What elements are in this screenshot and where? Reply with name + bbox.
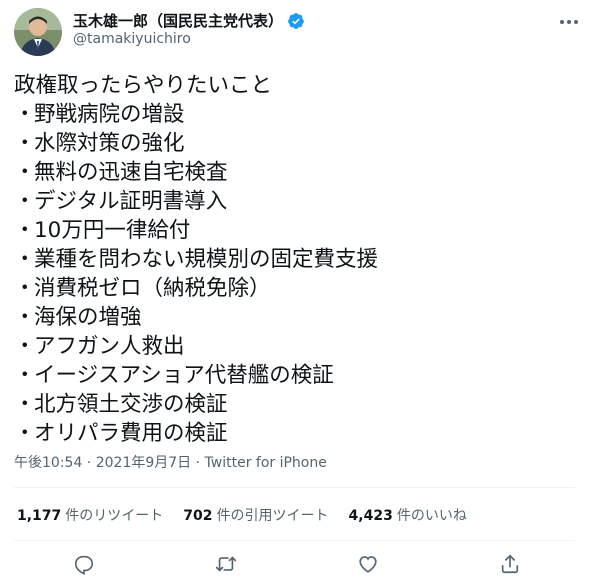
tweet-list-item: ・海保の増強 [14,303,574,332]
author-handle[interactable]: @tamakiyuichiro [73,31,191,47]
tweet-list-item: ・10万円一律給付 [14,216,574,245]
tweet-stats: 1,177 件のリツイート 702 件の引用ツイート 4,423 件のいいね [17,505,467,525]
tweet-item-list: ・野戦病院の増設 ・水際対策の強化 ・無料の迅速自宅検査 ・デジタル証明書導入 ・10万… [14,100,574,448]
likes-stat[interactable]: 4,423 件のいいね [349,505,467,525]
author-name[interactable]: 玉木雄一郎（国民民主党代表） [73,10,283,31]
meta-separator: · [191,455,205,471]
reply-icon[interactable] [72,552,96,576]
tweet-list-item: ・消費税ゼロ（納税免除） [14,274,574,303]
tweet-actions [14,548,575,580]
like-icon[interactable] [356,552,380,576]
divider [14,487,575,488]
author-name-row[interactable]: 玉木雄一郎（国民民主党代表） [73,10,305,31]
tweet-list-item-text: 無料の迅速自宅検査 [34,160,228,185]
likes-count: 4,423 [348,508,393,524]
likes-label: 件のいいね [396,508,467,524]
tweet-list-item-text: イージスアショア代替艦の検証 [34,363,334,388]
bullet-marker: ・ [14,363,36,388]
tweet-list-item: ・デジタル証明書導入 [14,187,574,216]
tweet-list-item-text: アフガン人救出 [34,334,185,359]
tweet-list-item: ・無料の迅速自宅検査 [14,158,574,187]
tweet-list-item: ・業種を問わない規模別の固定費支援 [14,245,574,274]
retweets-label: 件のリツイート [65,508,164,524]
tweet-list-item: ・オリパラ費用の検証 [14,419,574,448]
bullet-marker: ・ [14,102,36,127]
bullet-marker: ・ [14,392,36,417]
quotes-stat[interactable]: 702 件の引用ツイート [183,505,328,525]
meta-separator: · [82,455,96,471]
bullet-marker: ・ [14,421,36,446]
bullet-marker: ・ [14,160,36,185]
tweet-list-item: ・水際対策の強化 [14,129,574,158]
divider [14,540,575,541]
quotes-label: 件の引用ツイート [216,508,329,524]
bullet-marker: ・ [14,189,36,214]
bullet-marker: ・ [14,218,36,243]
tweet-text: 政権取ったらやりたいこと ・野戦病院の増設 ・水際対策の強化 ・無料の迅速自宅検査・… [14,71,574,448]
retweet-icon[interactable] [214,552,238,576]
tweet-list-item: ・アフガン人救出 [14,332,574,361]
bullet-marker: ・ [14,334,36,359]
retweets-count: 1,177 [17,508,62,524]
tweet-date[interactable]: 2021年9月7日 [96,455,191,471]
bullet-marker: ・ [14,131,36,156]
bullet-marker: ・ [14,247,36,272]
tweet-list-item-text: 野戦病院の増設 [34,102,185,127]
tweet-list-item: ・野戦病院の増設 [14,100,574,129]
avatar[interactable] [14,8,62,56]
share-icon[interactable] [498,552,522,576]
tweet-list-item-text: 北方領土交渉の検証 [34,392,228,417]
tweet-list-item-text: 水際対策の強化 [34,131,185,156]
tweet-source[interactable]: Twitter for iPhone [205,455,327,471]
tweet-list-item: ・イージスアショア代替艦の検証 [14,361,574,390]
more-options-icon[interactable] [556,12,582,32]
quotes-count: 702 [183,508,213,524]
tweet-list-item-text: オリパラ費用の検証 [34,421,228,446]
retweets-stat[interactable]: 1,177 件のリツイート [17,505,163,525]
tweet-list-item-text: 業種を問わない規模別の固定費支援 [34,247,379,272]
tweet-list-item-text: デジタル証明書導入 [34,189,228,214]
bullet-marker: ・ [14,276,36,301]
tweet-list-item: ・北方領土交渉の検証 [14,390,574,419]
tweet-list-item-text: 消費税ゼロ（納税免除） [34,276,271,301]
tweet-time[interactable]: 午後10:54 [14,455,82,471]
tweet-heading: 政権取ったらやりたいこと [14,73,273,98]
tweet-list-item-text: 10万円一律給付 [34,218,191,243]
tweet-list-item-text: 海保の増強 [34,305,142,330]
verified-badge-icon [287,12,305,30]
tweet-meta: 午後10:54 · 2021年9月7日 · Twitter for iPhone [14,452,327,472]
bullet-marker: ・ [14,305,36,330]
